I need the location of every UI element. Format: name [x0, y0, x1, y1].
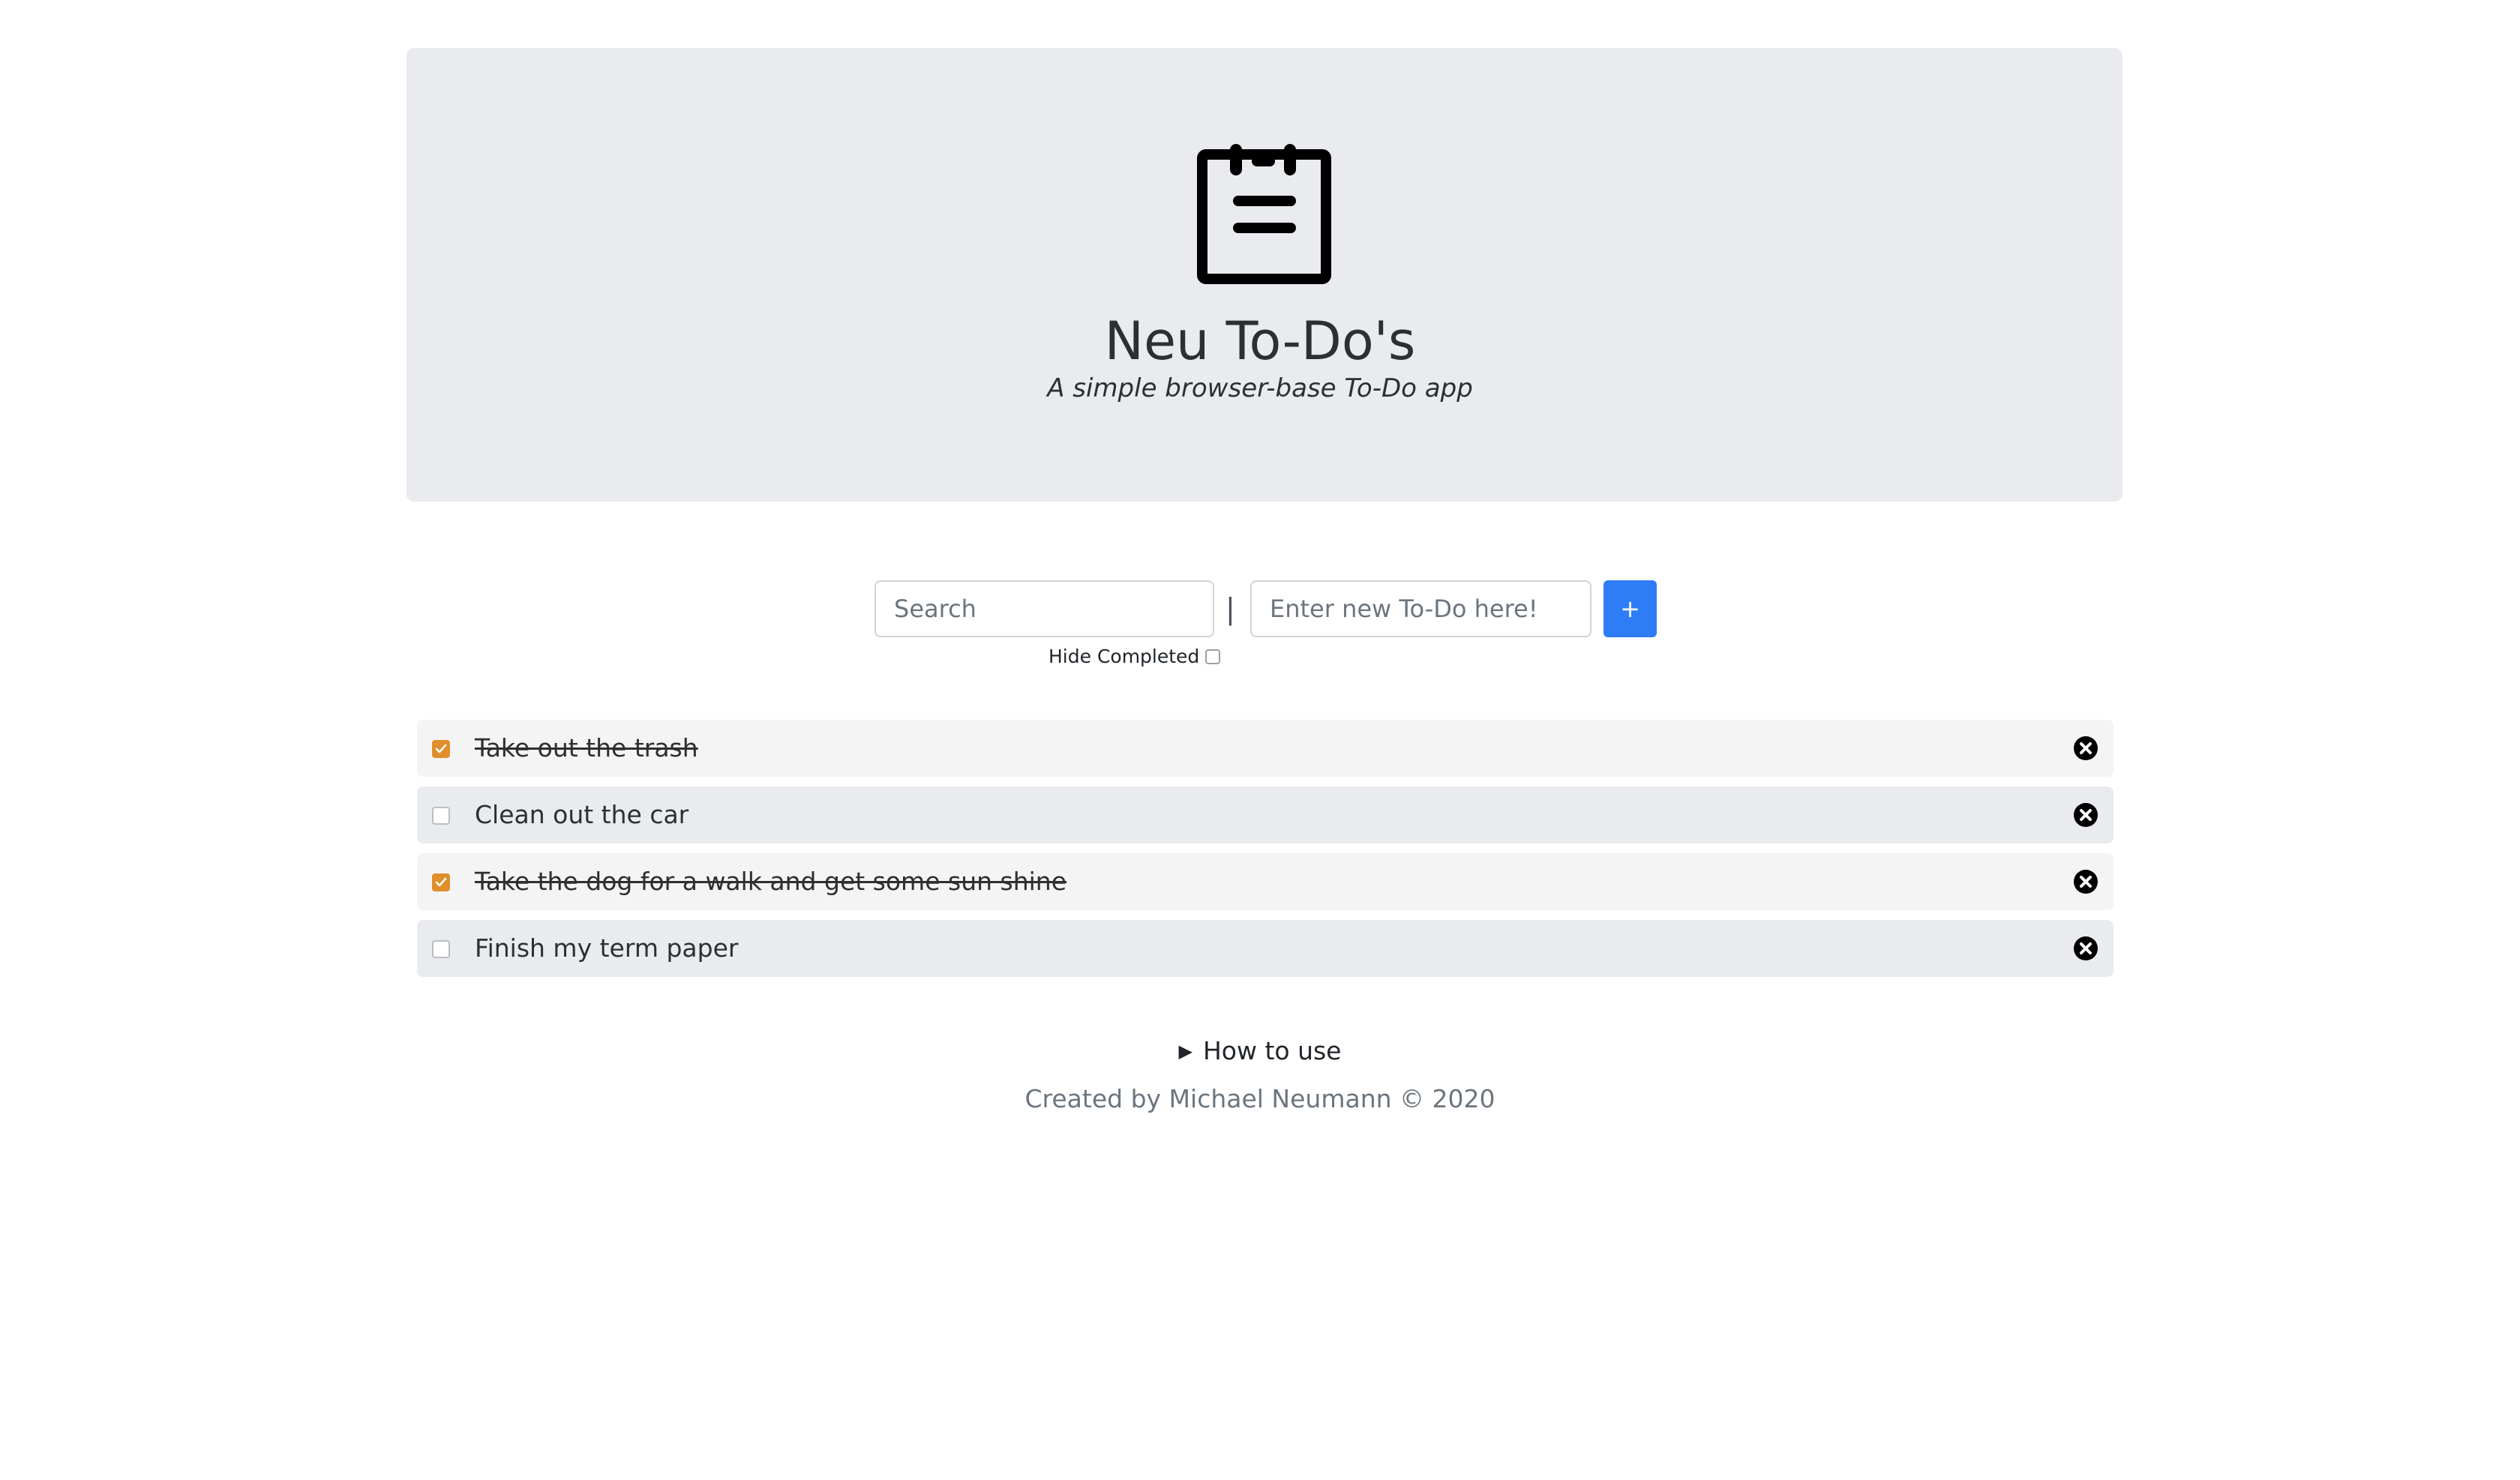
- page-subtitle: A simple browser-base To-Do app: [1047, 373, 1473, 403]
- delete-todo-icon[interactable]: [2073, 936, 2098, 961]
- new-todo-input[interactable]: [1250, 580, 1592, 637]
- todo-text: Take the dog for a walk and get some sun…: [475, 867, 1067, 896]
- hide-completed-checkbox[interactable]: [1205, 649, 1221, 664]
- page: Neu To-Do's A simple browser-base To-Do …: [0, 0, 2520, 1480]
- todo-checkbox[interactable]: [432, 940, 450, 958]
- delete-todo-icon[interactable]: [2073, 736, 2098, 761]
- how-to-use-toggle[interactable]: ▶ How to use: [0, 1033, 2520, 1069]
- todo-item: Take the dog for a walk and get some sun…: [417, 853, 2114, 910]
- delete-todo-icon[interactable]: [2073, 869, 2098, 894]
- checkmark-icon: [435, 877, 447, 887]
- hide-completed-toggle[interactable]: Hide Completed: [1048, 643, 1221, 670]
- todo-checkbox[interactable]: [432, 740, 450, 758]
- page-title: Neu To-Do's: [1104, 310, 1416, 372]
- delete-todo-icon[interactable]: [2073, 802, 2098, 828]
- hide-completed-label: Hide Completed: [1048, 646, 1200, 667]
- todo-checkbox[interactable]: [432, 873, 450, 891]
- search-input[interactable]: [874, 580, 1214, 637]
- checkmark-icon: [435, 744, 447, 753]
- todo-item: Take out the trash: [417, 720, 2114, 777]
- footer-credit: Created by Michael Neumann © 2020: [1024, 1084, 1496, 1113]
- triangle-right-icon: ▶: [1178, 1041, 1192, 1062]
- add-todo-button[interactable]: +: [1604, 580, 1657, 637]
- notepad-icon: [1197, 143, 1331, 284]
- todo-item: Finish my term paper: [417, 920, 2114, 977]
- input-separator: |: [1226, 592, 1235, 625]
- todo-text: Take out the trash: [475, 733, 698, 762]
- todo-checkbox[interactable]: [432, 807, 450, 825]
- how-to-use-label: How to use: [1202, 1036, 1342, 1065]
- todo-list: Take out the trash Clean out the car Take …: [417, 720, 2114, 987]
- todo-form: | +: [0, 580, 2520, 637]
- todo-text: Clean out the car: [475, 800, 689, 829]
- todo-item: Clean out the car: [417, 786, 2114, 843]
- todo-text: Finish my term paper: [475, 933, 739, 963]
